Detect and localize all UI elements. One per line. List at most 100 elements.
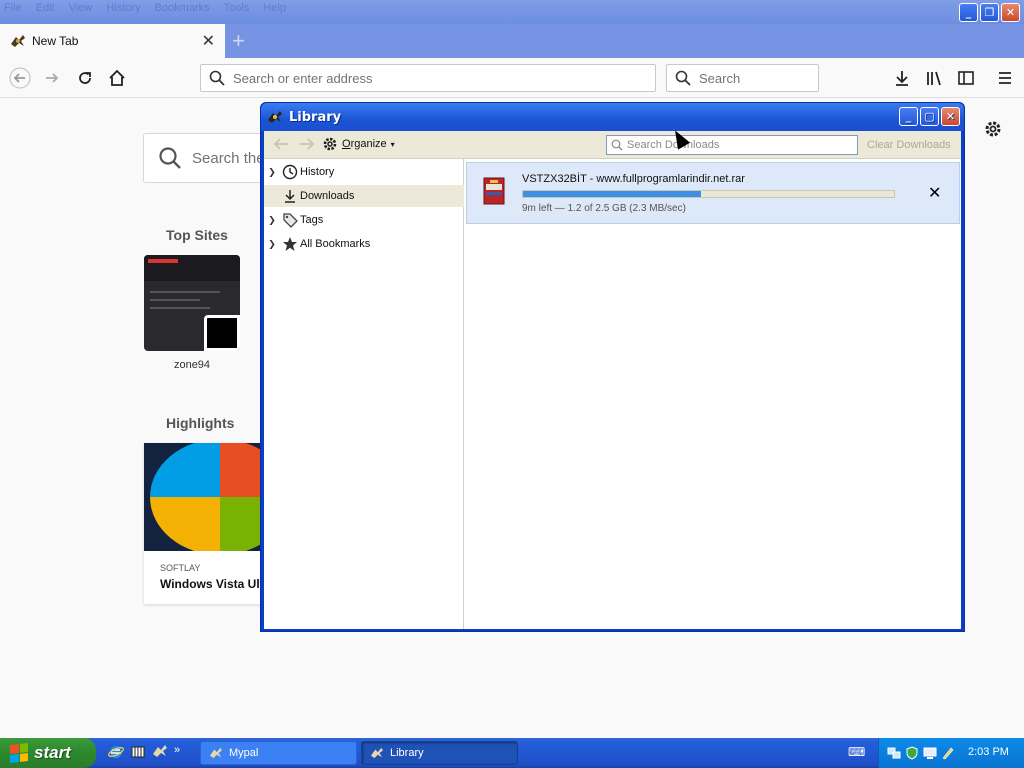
home-button[interactable] — [105, 66, 129, 90]
forward-button[interactable] — [40, 66, 64, 90]
highlight-card[interactable]: SOFTLAY Windows Vista Ult — [144, 443, 262, 604]
expand-arrow-icon[interactable]: ❯ — [264, 167, 280, 178]
library-nav — [272, 136, 316, 152]
new-tab-button[interactable]: + — [232, 28, 245, 54]
home-icon — [109, 69, 125, 86]
library-tree: ❯ History Downloads ❯ Tags ❯ All Bookmar… — [264, 159, 464, 629]
download-icon — [896, 71, 908, 86]
media-player-icon[interactable] — [130, 744, 146, 760]
back-arrow-icon — [9, 67, 31, 89]
tree-item-tags[interactable]: ❯ Tags — [264, 209, 464, 231]
menu-history[interactable]: History — [106, 2, 140, 14]
menu-tools[interactable]: Tools — [224, 2, 250, 14]
top-site-label: zone94 — [173, 359, 211, 371]
keyboard-icon[interactable]: ⌨ — [848, 745, 865, 759]
library-forward-button[interactable] — [298, 136, 316, 152]
menu-file[interactable]: File — [4, 2, 22, 14]
restore-button[interactable]: ❐ — [980, 3, 999, 22]
top-site-thumbnail-accent — [148, 259, 178, 263]
clock-icon — [280, 164, 300, 180]
gear-icon — [985, 121, 1001, 137]
library-titlebar[interactable]: Library _ ▢ ✕ — [261, 103, 964, 131]
library-body: Organize ▾ Search Downloads Clear Downlo… — [264, 131, 961, 629]
internet-explorer-icon[interactable] — [108, 744, 124, 760]
close-window-button[interactable]: ✕ — [1001, 3, 1020, 22]
download-icon — [280, 188, 300, 204]
search-icon — [675, 70, 691, 86]
newtab-settings-button[interactable] — [983, 119, 1003, 139]
search-icon — [159, 147, 181, 169]
tag-icon — [280, 212, 300, 228]
organize-button[interactable]: Organize ▾ — [322, 136, 395, 152]
tree-item-downloads[interactable]: Downloads — [264, 185, 464, 207]
nav-bar: Search or enter address Search — [0, 58, 1024, 98]
menu-edit[interactable]: Edit — [36, 2, 55, 14]
network-icon[interactable] — [887, 746, 901, 760]
downloads-button[interactable] — [890, 66, 914, 90]
tab-strip: New Tab ✕ + — [0, 24, 1024, 58]
cancel-download-button[interactable]: ✕ — [928, 183, 941, 203]
mypal-app-icon — [209, 747, 223, 759]
hamburger-menu-icon — [999, 72, 1011, 84]
downloads-list: VSTZX32BİT - www.fullprogramlarindir.net… — [465, 159, 961, 629]
tree-item-label: History — [300, 166, 335, 178]
mypal-app-icon — [370, 747, 384, 759]
library-close-button[interactable]: ✕ — [941, 107, 960, 126]
update-icon[interactable] — [941, 746, 955, 760]
taskbar-button-label: Mypal — [229, 747, 259, 759]
tree-item-all-bookmarks[interactable]: ❯ All Bookmarks — [264, 233, 464, 255]
taskbar-clock: 2:03 PM — [968, 746, 1009, 758]
taskbar-button-library[interactable]: Library — [361, 741, 518, 765]
taskbar-button-label: Library — [390, 747, 424, 759]
menu-bookmarks[interactable]: Bookmarks — [155, 2, 210, 14]
top-site-thumbnail-row — [150, 307, 210, 309]
minimize-button[interactable]: _ — [959, 3, 978, 22]
download-progress-fill — [523, 191, 702, 197]
tab-new-tab[interactable]: New Tab ✕ — [0, 24, 225, 58]
taskbar-button-mypal[interactable]: Mypal — [200, 741, 357, 765]
download-status: 9m left — 1.2 of 2.5 GB (2.3 MB/sec) — [522, 203, 686, 214]
tree-item-history[interactable]: ❯ History — [264, 161, 464, 183]
top-site-tile[interactable] — [144, 255, 240, 351]
highlight-source: SOFTLAY — [160, 563, 201, 573]
forward-arrow-icon — [46, 73, 59, 83]
rar-archive-icon — [481, 175, 507, 207]
security-shield-icon[interactable] — [905, 746, 919, 760]
menu-view[interactable]: View — [69, 2, 93, 14]
download-filename: VSTZX32BİT - www.fullprogramlarindir.net… — [522, 173, 745, 185]
tree-item-label: All Bookmarks — [300, 238, 371, 250]
organize-accesskey: O — [342, 138, 351, 150]
library-back-button[interactable] — [272, 136, 290, 152]
dropdown-arrow-icon: ▾ — [390, 139, 395, 149]
menu-help[interactable]: Help — [263, 2, 286, 14]
search-bar[interactable]: Search — [666, 64, 819, 92]
browser-titlebar[interactable]: File Edit View History Bookmarks Tools H… — [0, 0, 1024, 24]
url-bar-placeholder: Search or enter address — [233, 70, 373, 86]
star-icon — [280, 236, 300, 252]
sidebar-icon — [958, 71, 974, 85]
mypal-quicklaunch-icon[interactable] — [152, 744, 168, 760]
browser-window-controls: _ ❐ ✕ — [959, 3, 1020, 22]
tab-close-icon[interactable]: ✕ — [202, 31, 215, 51]
download-item[interactable]: VSTZX32BİT - www.fullprogramlarindir.net… — [466, 162, 960, 224]
menu-button[interactable] — [993, 66, 1017, 90]
sidebar-button[interactable] — [954, 66, 978, 90]
organize-label-rest: rganize — [350, 138, 387, 150]
library-minimize-button[interactable]: _ — [899, 107, 918, 126]
gear-icon — [323, 137, 337, 151]
library-button[interactable] — [922, 66, 946, 90]
expand-arrow-icon[interactable]: ❯ — [264, 239, 280, 250]
url-bar[interactable]: Search or enter address — [200, 64, 656, 92]
back-button[interactable] — [8, 66, 32, 90]
clear-downloads-button[interactable]: Clear Downloads — [867, 139, 951, 151]
top-sites-heading: Top Sites — [166, 227, 228, 243]
reload-button[interactable] — [73, 66, 97, 90]
expand-arrow-icon[interactable]: ❯ — [264, 215, 280, 226]
start-label: start — [34, 743, 71, 762]
search-downloads-input[interactable]: Search Downloads — [606, 135, 858, 155]
computer-icon[interactable] — [923, 746, 937, 760]
start-button[interactable]: start — [0, 738, 96, 768]
quicklaunch-more-icon[interactable]: » — [174, 744, 180, 760]
library-window-controls: _ ▢ ✕ — [899, 107, 960, 126]
library-maximize-button[interactable]: ▢ — [920, 107, 939, 126]
